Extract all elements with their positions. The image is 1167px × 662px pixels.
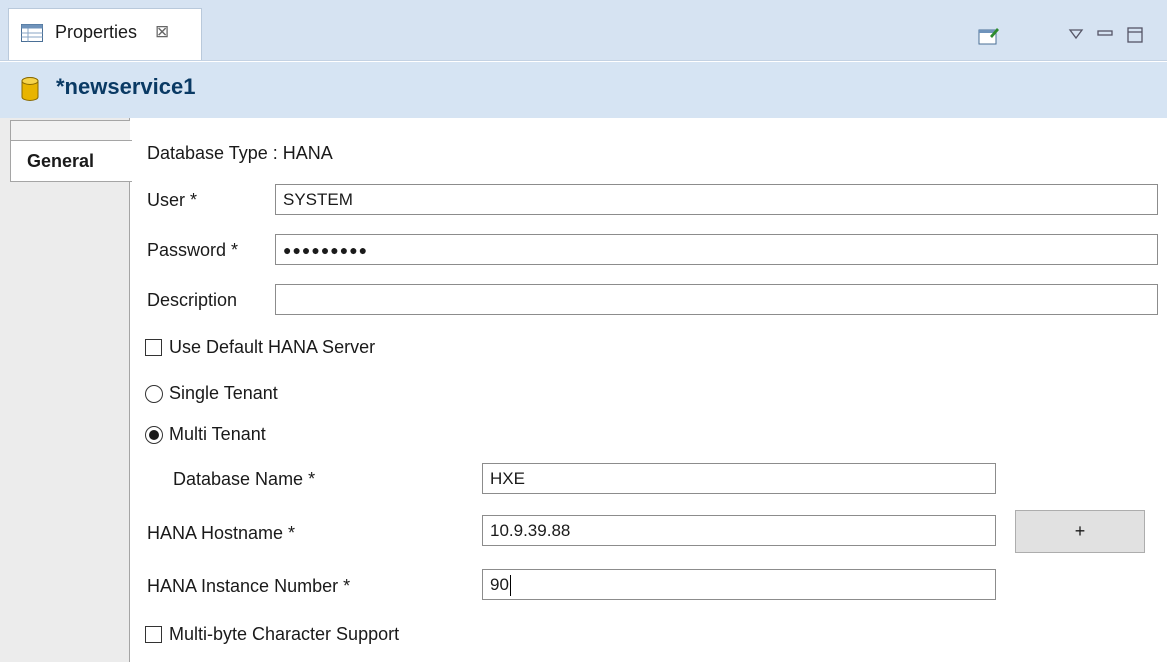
database-type-label: Database Type : HANA (147, 143, 333, 163)
hostname-label: HANA Hostname * (147, 523, 296, 543)
password-field[interactable]: ●●●●●●●●● (275, 234, 1158, 265)
minimize-icon[interactable] (1096, 26, 1114, 42)
pin-icon[interactable] (978, 26, 1000, 46)
view-tab-label: Properties (55, 22, 138, 42)
instance-number-field[interactable]: 90 (482, 569, 996, 600)
hostname-value: 10.9.39.88 (490, 521, 571, 540)
database-icon (21, 77, 39, 101)
password-mask: ●●●●●●●●● (283, 242, 369, 258)
use-default-server-label: Use Default HANA Server (169, 337, 376, 357)
user-label: User * (147, 190, 198, 210)
user-value: SYSTEM (283, 190, 353, 209)
properties-view-tab[interactable]: Properties ⊠ (8, 8, 202, 60)
side-tab-strip (0, 118, 130, 662)
close-icon[interactable]: ⊠ (155, 22, 169, 42)
description-label: Description (147, 290, 238, 310)
service-title: *newservice1 (56, 74, 196, 99)
database-name-label: Database Name * (173, 469, 316, 489)
use-default-server-checkbox[interactable] (145, 339, 162, 356)
description-field[interactable] (275, 284, 1158, 315)
properties-title-bar: *newservice1 (0, 62, 1167, 118)
hostname-field[interactable]: 10.9.39.88 (482, 515, 996, 546)
instance-number-value: 90 (490, 575, 509, 594)
add-hostname-button[interactable]: + (1015, 510, 1145, 553)
multibyte-support-label: Multi-byte Character Support (169, 624, 400, 644)
table-icon (21, 24, 43, 42)
multi-tenant-radio[interactable] (145, 426, 163, 444)
database-name-field[interactable]: HXE (482, 463, 996, 494)
user-field[interactable]: SYSTEM (275, 184, 1158, 215)
tab-general-label: General (27, 151, 95, 171)
single-tenant-radio[interactable] (145, 385, 163, 403)
database-name-value: HXE (490, 469, 525, 488)
instance-number-label: HANA Instance Number * (147, 576, 351, 596)
view-menu-icon[interactable] (1068, 28, 1084, 40)
multibyte-support-checkbox[interactable] (145, 626, 162, 643)
maximize-icon[interactable] (1126, 26, 1144, 44)
password-label: Password * (147, 240, 239, 260)
tab-general[interactable]: General (10, 140, 132, 182)
side-tab-spacer (10, 120, 130, 142)
multi-tenant-label: Multi Tenant (169, 424, 266, 444)
text-cursor (509, 575, 511, 597)
single-tenant-label: Single Tenant (169, 383, 278, 403)
